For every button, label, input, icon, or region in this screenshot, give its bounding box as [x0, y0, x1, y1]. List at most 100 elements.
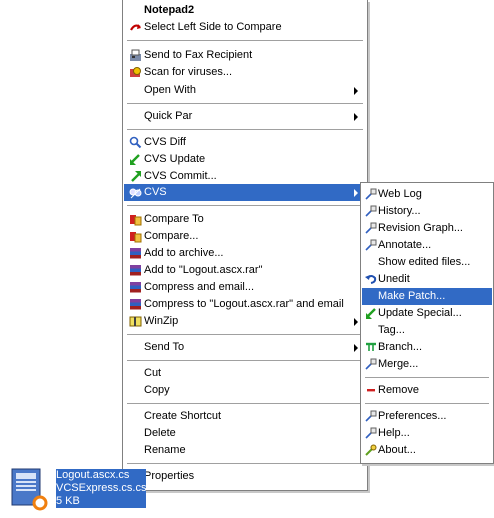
menu-item-remove[interactable]: Remove — [362, 382, 492, 399]
file-icon[interactable] — [8, 467, 48, 511]
menu-item-label: Merge... — [378, 358, 419, 370]
menu-item-add-to-rar[interactable]: Add to "Logout.ascx.rar" — [124, 262, 366, 279]
menu-item-merge[interactable]: Merge... — [362, 356, 492, 373]
menu-item-label: Tag... — [378, 324, 405, 336]
cvs-update-icon — [366, 308, 376, 319]
menu-item-label: WinZip — [144, 315, 179, 327]
menu-item-open-with[interactable]: Open With — [124, 82, 366, 99]
menu-item-label: Cut — [144, 367, 162, 379]
menu-item-label: Rename — [144, 444, 186, 456]
menu-item-label: Add to "Logout.ascx.rar" — [144, 264, 263, 276]
file-name-line2: VCSExpress.cs.cs — [56, 482, 146, 494]
menu-item-scan-viruses[interactable]: Scan for viruses... — [124, 64, 366, 81]
menu-item-label: Send To — [144, 341, 185, 353]
log-icon — [365, 205, 377, 217]
menu-item-help[interactable]: Help... — [362, 425, 492, 442]
menu-item-select-left-side[interactable]: Select Left Side to Compare — [124, 19, 366, 36]
menu-item-web-log[interactable]: Web Log — [362, 186, 492, 203]
file-label[interactable]: Logout.ascx.cs VCSExpress.cs.cs 5 KB — [56, 469, 146, 508]
menu-item-label: Send to Fax Recipient — [144, 49, 253, 61]
file-name-line1: Logout.ascx.cs — [56, 469, 130, 481]
log-icon — [365, 410, 377, 422]
menu-item-send-to-fax[interactable]: Send to Fax Recipient — [124, 47, 366, 64]
menu-item-cvs-update[interactable]: CVS Update — [124, 151, 366, 168]
menu-item-properties[interactable]: Properties — [124, 468, 366, 485]
menu-item-label: CVS Diff — [144, 136, 186, 148]
menu-item-copy[interactable]: Copy — [124, 382, 366, 399]
menu-item-winzip[interactable]: WinZip — [124, 313, 366, 330]
scan-icon — [130, 67, 141, 77]
menu-item-update-special[interactable]: Update Special... — [362, 305, 492, 322]
compare-icon — [130, 215, 142, 226]
menu-item-create-shortcut[interactable]: Create Shortcut — [124, 408, 366, 425]
menu-item-label: History... — [378, 205, 421, 217]
menu-separator — [127, 40, 363, 41]
log-icon — [365, 188, 377, 200]
winrar-icon — [130, 282, 141, 293]
menu-item-add-to-archive[interactable]: Add to archive... — [124, 245, 366, 262]
menu-item-label: Quick Par — [144, 110, 193, 122]
winrar-icon — [130, 248, 141, 259]
menu-item-revision-graph[interactable]: Revision Graph... — [362, 220, 492, 237]
menu-separator — [127, 103, 363, 104]
menu-item-label: Create Shortcut — [144, 410, 222, 422]
menu-item-label: Unedit — [378, 273, 410, 285]
menu-item-compress-email[interactable]: Compress and email... — [124, 279, 366, 296]
menu-item-cvs[interactable]: CVS — [124, 184, 366, 201]
winzip-icon — [129, 316, 142, 327]
menu-item-branch[interactable]: Branch... — [362, 339, 492, 356]
menu-item-label: Web Log — [378, 188, 422, 200]
menu-item-label: About... — [378, 444, 416, 456]
menu-item-about[interactable]: About... — [362, 442, 492, 459]
menu-item-compress-rar-email[interactable]: Compress to "Logout.ascx.rar" and email — [124, 296, 366, 313]
log-icon — [365, 358, 377, 370]
log-icon — [365, 239, 377, 251]
menu-separator — [127, 403, 363, 404]
menu-item-show-edited-files[interactable]: Show edited files... — [362, 254, 492, 271]
menu-item-preferences[interactable]: Preferences... — [362, 408, 492, 425]
menu-item-delete[interactable]: Delete — [124, 425, 366, 442]
cvs-update-icon — [130, 154, 140, 165]
menu-separator — [127, 129, 363, 130]
branch-icon — [366, 342, 376, 351]
menu-item-quick-par[interactable]: Quick Par — [124, 108, 366, 125]
menu-item-label: CVS Commit... — [144, 170, 217, 182]
menu-item-annotate[interactable]: Annotate... — [362, 237, 492, 254]
menu-item-compare-to[interactable]: Compare To — [124, 211, 366, 228]
menu-item-cvs-commit[interactable]: CVS Commit... — [124, 168, 366, 185]
menu-item-label: Compare To — [144, 213, 204, 225]
submenu-arrow-icon — [354, 189, 358, 197]
menu-item-make-patch[interactable]: Make Patch... — [362, 288, 492, 305]
menu-item-label: Help... — [378, 427, 410, 439]
cvs-submenu: Web Log History... Revision Graph... Ann… — [360, 182, 494, 464]
log-icon — [365, 427, 377, 439]
menu-separator — [365, 403, 489, 404]
menu-item-label: Make Patch... — [378, 290, 446, 302]
menu-item-cvs-diff[interactable]: CVS Diff — [124, 134, 366, 151]
menu-item-label: CVS Update — [144, 153, 206, 165]
menu-item-notepad2[interactable]: Notepad2 — [124, 2, 366, 19]
menu-item-send-to[interactable]: Send To — [124, 339, 366, 356]
log-icon — [365, 222, 377, 234]
menu-item-tag[interactable]: Tag... — [362, 322, 492, 339]
menu-item-label: Add to archive... — [144, 247, 224, 259]
menu-item-label: Annotate... — [378, 239, 432, 251]
file-size: 5 KB — [56, 495, 80, 507]
menu-item-label: Compress and email... — [144, 281, 255, 293]
menu-item-label: Notepad2 — [144, 4, 195, 16]
menu-item-label: Scan for viruses... — [144, 66, 233, 78]
menu-item-label: Compress to "Logout.ascx.rar" and email — [144, 298, 344, 310]
menu-item-label: Compare... — [144, 230, 199, 242]
menu-item-unedit[interactable]: Unedit — [362, 271, 492, 288]
undo-icon — [365, 275, 377, 284]
menu-item-label: Select Left Side to Compare — [144, 21, 282, 33]
menu-item-history[interactable]: History... — [362, 203, 492, 220]
menu-item-rename[interactable]: Rename — [124, 442, 366, 459]
compare-icon — [130, 232, 142, 243]
cvs-commit-icon — [131, 171, 141, 182]
menu-separator — [127, 360, 363, 361]
menu-item-label: CVS — [144, 186, 167, 198]
context-menu: Notepad2 Select Left Side to Compare Sen… — [122, 0, 368, 491]
menu-item-compare[interactable]: Compare... — [124, 228, 366, 245]
menu-item-cut[interactable]: Cut — [124, 365, 366, 382]
